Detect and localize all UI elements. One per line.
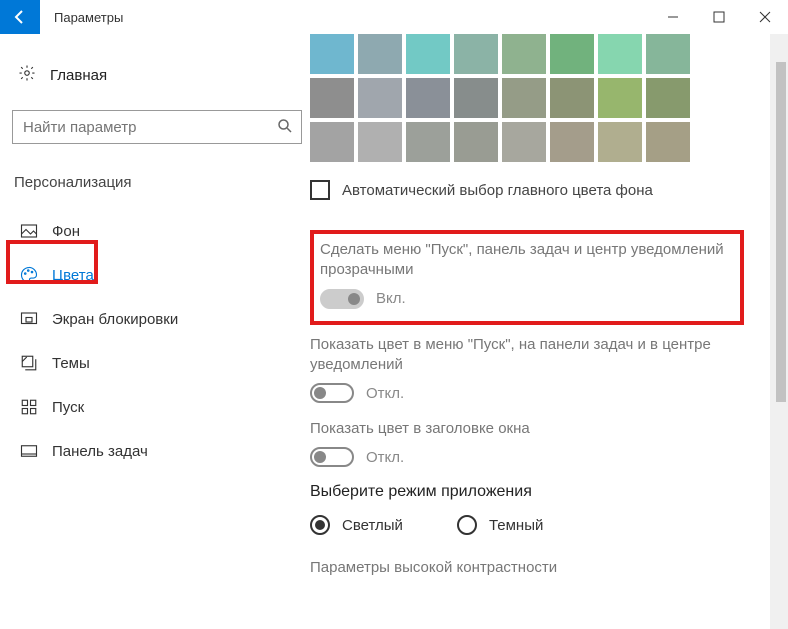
show-color-title-toggle[interactable] <box>310 447 354 467</box>
color-swatch[interactable] <box>646 34 690 74</box>
palette-icon <box>20 266 38 284</box>
color-swatch[interactable] <box>310 122 354 162</box>
color-swatch[interactable] <box>646 122 690 162</box>
show-color-start-state: Откл. <box>366 385 404 402</box>
minimize-button[interactable] <box>650 0 696 34</box>
color-swatch[interactable] <box>358 34 402 74</box>
transparency-toggle[interactable] <box>320 289 364 309</box>
color-swatch[interactable] <box>502 34 546 74</box>
auto-color-checkbox-row[interactable]: Автоматический выбор главного цвета фона <box>310 180 744 200</box>
show-color-title-state: Откл. <box>366 449 404 466</box>
window-title: Параметры <box>40 0 650 34</box>
radio-light[interactable]: Светлый <box>310 515 403 535</box>
transparency-state: Вкл. <box>376 290 406 307</box>
color-swatch[interactable] <box>454 122 498 162</box>
color-swatch[interactable] <box>310 34 354 74</box>
radio-light-label: Светлый <box>342 517 403 534</box>
color-swatch[interactable] <box>502 122 546 162</box>
color-swatch[interactable] <box>550 122 594 162</box>
show-color-start-label: Показать цвет в меню "Пуск", на панели з… <box>310 335 744 376</box>
show-color-start-toggle[interactable] <box>310 383 354 403</box>
radio-icon <box>310 515 330 535</box>
color-swatch[interactable] <box>454 78 498 118</box>
radio-icon <box>457 515 477 535</box>
color-swatch[interactable] <box>406 122 450 162</box>
color-swatch-grid <box>310 34 744 162</box>
search-icon <box>276 117 294 140</box>
taskbar-icon <box>20 442 38 460</box>
sidebar-item-colors[interactable]: Цвета <box>12 253 298 297</box>
sidebar-item-themes[interactable]: Темы <box>12 341 298 385</box>
maximize-button[interactable] <box>696 0 742 34</box>
back-button[interactable] <box>0 0 40 34</box>
sidebar-home-label: Главная <box>50 67 107 84</box>
sidebar-item-label: Фон <box>52 223 80 240</box>
sidebar-item-label: Цвета <box>52 267 94 284</box>
picture-icon <box>20 222 38 240</box>
scrollbar[interactable] <box>770 34 788 629</box>
search-input[interactable] <box>12 110 302 144</box>
show-color-title-label: Показать цвет в заголовке окна <box>310 419 744 439</box>
gear-icon <box>18 64 36 86</box>
color-swatch[interactable] <box>406 34 450 74</box>
sidebar-item-home[interactable]: Главная <box>12 54 298 96</box>
color-swatch[interactable] <box>550 78 594 118</box>
transparency-label: Сделать меню "Пуск", панель задач и цент… <box>320 240 732 281</box>
app-mode-title: Выберите режим приложения <box>310 483 744 501</box>
sidebar-item-start[interactable]: Пуск <box>12 385 298 429</box>
color-swatch[interactable] <box>598 34 642 74</box>
sidebar-item-label: Экран блокировки <box>52 311 178 328</box>
checkbox-icon[interactable] <box>310 180 330 200</box>
highlight-annotation: Сделать меню "Пуск", панель задач и цент… <box>310 230 744 325</box>
radio-dark[interactable]: Темный <box>457 515 543 535</box>
sidebar-item-label: Темы <box>52 355 90 372</box>
color-swatch[interactable] <box>598 78 642 118</box>
color-swatch[interactable] <box>550 34 594 74</box>
auto-color-label: Автоматический выбор главного цвета фона <box>342 182 653 199</box>
sidebar-item-label: Пуск <box>52 399 84 416</box>
color-swatch[interactable] <box>502 78 546 118</box>
color-swatch[interactable] <box>406 78 450 118</box>
start-icon <box>20 398 38 416</box>
sidebar-item-label: Панель задач <box>52 443 148 460</box>
color-swatch[interactable] <box>310 78 354 118</box>
sidebar-item-taskbar[interactable]: Панель задач <box>12 429 298 473</box>
sidebar-item-lockscreen[interactable]: Экран блокировки <box>12 297 298 341</box>
high-contrast-link[interactable]: Параметры высокой контрастности <box>310 559 744 576</box>
scrollbar-thumb[interactable] <box>776 62 786 402</box>
sidebar-item-background[interactable]: Фон <box>12 209 298 253</box>
themes-icon <box>20 354 38 372</box>
radio-dark-label: Темный <box>489 517 543 534</box>
sidebar: Главная Персонализация Фон Цвета Экран б… <box>0 34 310 629</box>
color-swatch[interactable] <box>454 34 498 74</box>
app-mode-radios: Светлый Темный <box>310 515 744 535</box>
lockscreen-icon <box>20 310 38 328</box>
color-swatch[interactable] <box>358 122 402 162</box>
color-swatch[interactable] <box>646 78 690 118</box>
color-swatch[interactable] <box>358 78 402 118</box>
title-bar: Параметры <box>0 0 788 34</box>
search-field[interactable] <box>12 110 302 144</box>
close-button[interactable] <box>742 0 788 34</box>
color-swatch[interactable] <box>598 122 642 162</box>
main-panel: Автоматический выбор главного цвета фона… <box>310 34 788 629</box>
sidebar-section-title: Персонализация <box>12 168 298 197</box>
